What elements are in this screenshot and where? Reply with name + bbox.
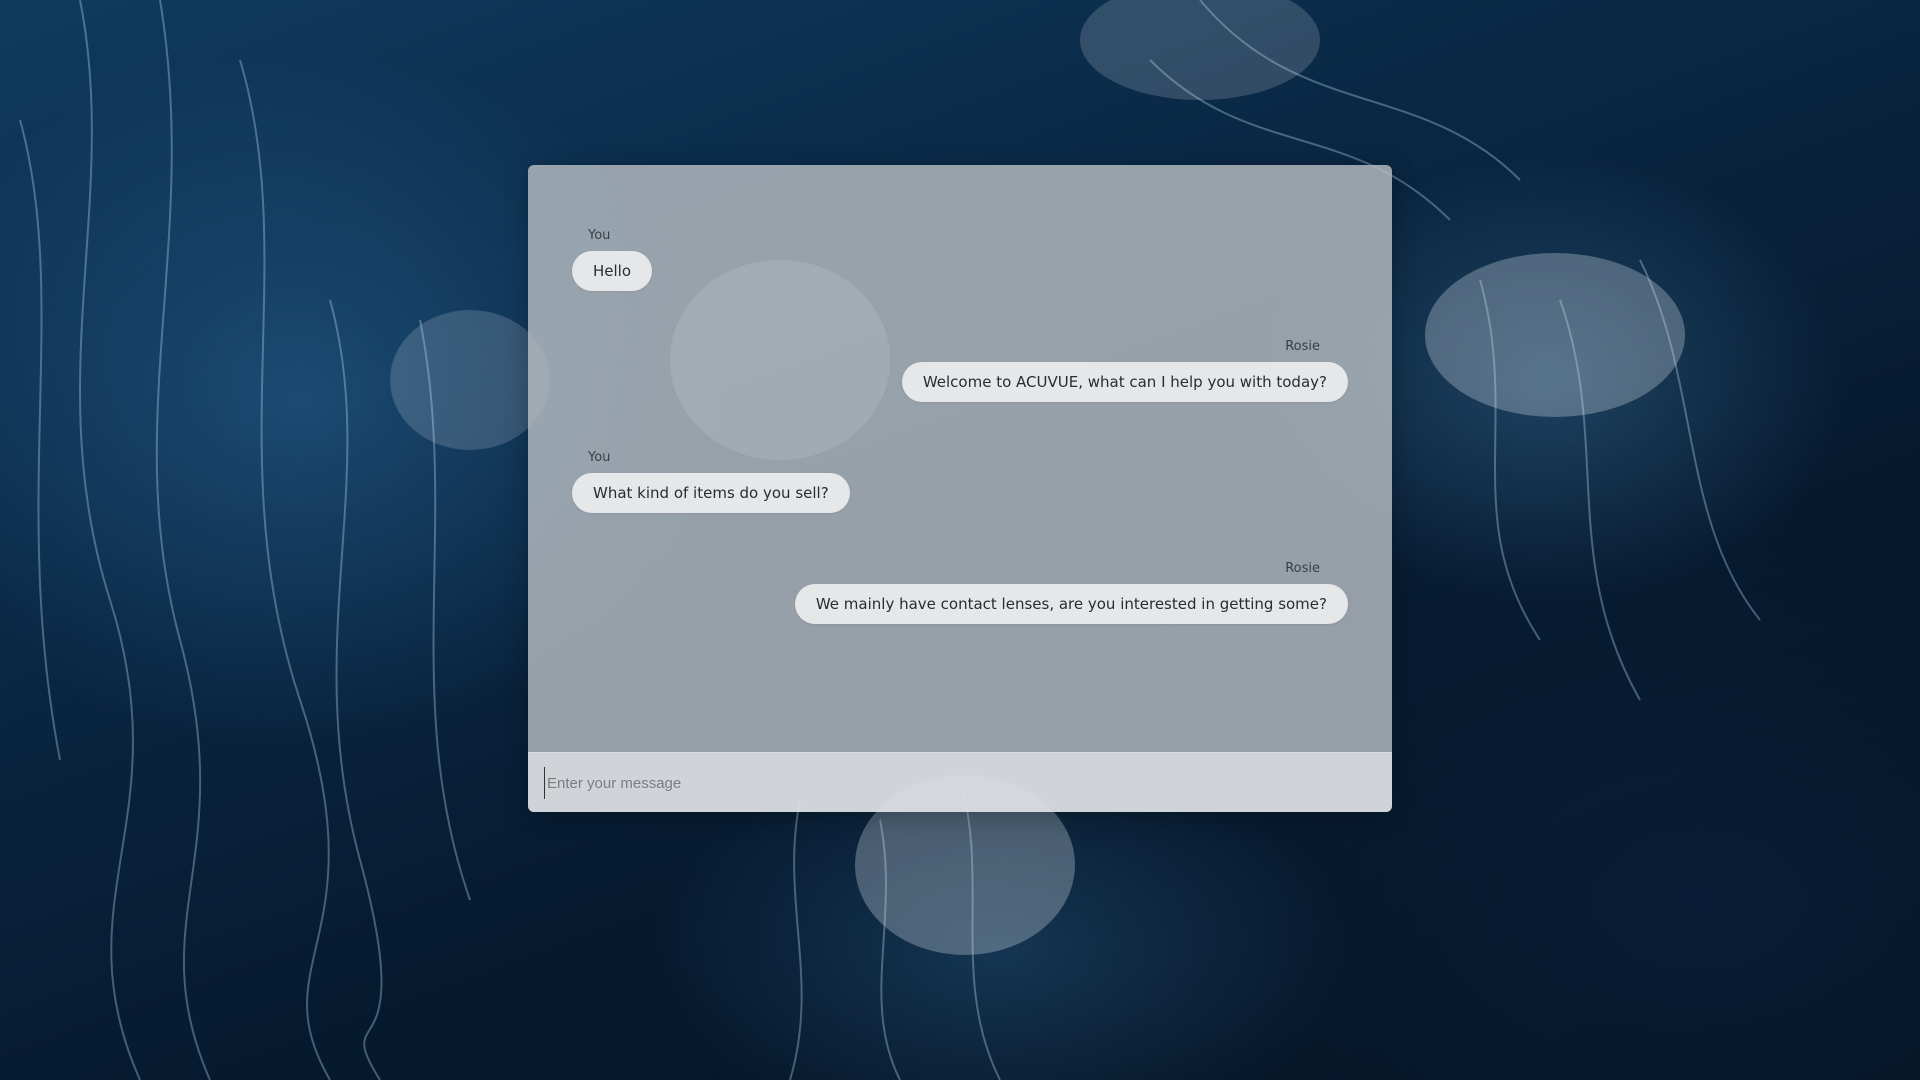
message-item: Rosie We mainly have contact lenses, are…	[794, 561, 1348, 624]
message-sender: You	[588, 450, 611, 465]
message-bubble: Welcome to ACUVUE, what can I help you w…	[901, 362, 1348, 402]
message-item: You What kind of items do you sell?	[572, 450, 850, 513]
message-input[interactable]	[544, 767, 1367, 799]
message-list: You Hello Rosie Welcome to ACUVUE, what …	[528, 165, 1392, 752]
message-input-bar	[528, 752, 1392, 812]
message-bubble: What kind of items do you sell?	[572, 473, 850, 513]
message-sender: You	[588, 228, 611, 243]
message-item: You Hello	[572, 228, 653, 291]
message-item: Rosie Welcome to ACUVUE, what can I help…	[901, 339, 1348, 402]
message-sender: Rosie	[1285, 561, 1320, 576]
message-sender: Rosie	[1285, 339, 1320, 354]
message-bubble: We mainly have contact lenses, are you i…	[794, 584, 1348, 624]
chat-panel: You Hello Rosie Welcome to ACUVUE, what …	[528, 165, 1392, 812]
message-bubble: Hello	[572, 251, 653, 291]
